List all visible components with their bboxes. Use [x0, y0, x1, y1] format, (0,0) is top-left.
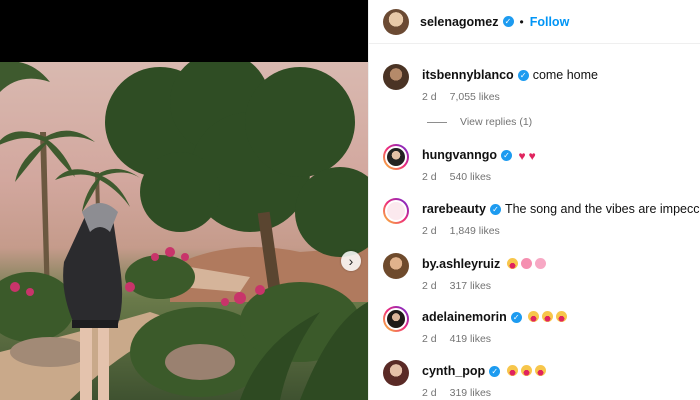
heart-eyes-emoji-icon: [506, 258, 518, 269]
commenter-username[interactable]: itsbennyblanco: [422, 68, 514, 82]
comment-item: hungvanngo ✓ ♥ ♥ 2 d 540 likes: [383, 144, 700, 194]
verified-badge-icon: ✓: [489, 204, 501, 216]
comment-age: 2 d: [422, 280, 437, 292]
verified-badge-icon: ✓: [489, 366, 501, 378]
comment-text: come home: [532, 68, 598, 82]
commenter-avatar[interactable]: [383, 360, 409, 386]
commenter-username[interactable]: hungvanngo: [422, 148, 497, 162]
comment-likes[interactable]: 317 likes: [450, 280, 491, 292]
heart-eyes-emoji-icon: [542, 311, 554, 322]
follow-button[interactable]: Follow: [530, 15, 570, 29]
author-avatar[interactable]: [383, 8, 409, 35]
verified-badge-icon: ✓: [510, 312, 522, 324]
comment-item: rarebeauty ✓ The song and the vibes are im…: [383, 198, 700, 248]
comment-item: itsbennyblanco ✓ come home 2 d 7,055 likes: [383, 64, 700, 114]
header-separator: •: [519, 14, 524, 29]
verified-badge-icon: ✓: [501, 150, 512, 162]
post-header: selenagomez ✓ • Follow: [369, 0, 700, 44]
heart-eyes-emoji-icon: [528, 311, 540, 322]
commenter-username[interactable]: adelainemorin: [422, 310, 507, 324]
commenter-avatar[interactable]: [383, 144, 409, 170]
comments-panel: selenagomez ✓ • Follow itsbennyblanco ✓ co…: [368, 0, 700, 400]
comment-likes[interactable]: 7,055 likes: [450, 91, 500, 103]
commenter-avatar[interactable]: [383, 253, 409, 279]
commenter-avatar[interactable]: [383, 306, 409, 332]
heart-eyes-emoji-icon: [506, 365, 518, 376]
view-replies-label: View replies (1): [460, 116, 533, 128]
chevron-right-icon: ›: [348, 253, 354, 269]
verified-badge-icon: ✓: [502, 16, 514, 27]
verified-badge-icon: ✓: [517, 70, 529, 82]
commenter-avatar[interactable]: [383, 198, 409, 224]
comment-likes[interactable]: 419 likes: [450, 333, 491, 345]
author-username[interactable]: selenagomez: [420, 15, 499, 29]
commenter-username[interactable]: by.ashleyruiz: [422, 257, 500, 271]
comment-item: cynth_pop ✓ 2 d 319 likes: [383, 360, 700, 400]
hearts-emoji-icon: [534, 258, 546, 269]
commenter-avatar[interactable]: [383, 64, 409, 90]
comment-age: 2 d: [422, 333, 437, 345]
comment-age: 2 d: [422, 171, 437, 183]
commenter-username[interactable]: rarebeauty: [422, 202, 486, 216]
comment-likes[interactable]: 1,849 likes: [450, 225, 500, 237]
view-replies-button[interactable]: View replies (1): [427, 116, 532, 128]
heart-eyes-emoji-icon: [556, 311, 568, 322]
comment-likes[interactable]: 319 likes: [450, 387, 491, 399]
replies-divider: [427, 121, 447, 123]
garden-scene-image: [0, 62, 368, 400]
heart-emoji-icon: ♥: [518, 149, 526, 163]
heart-eyes-emoji-icon: [534, 365, 546, 376]
commenter-username[interactable]: cynth_pop: [422, 364, 485, 378]
pink-heart-emoji-icon: [520, 258, 532, 269]
comment-item: adelainemorin ✓ 2 d 419 likes: [383, 306, 700, 356]
comment-age: 2 d: [422, 387, 437, 399]
comment-age: 2 d: [422, 225, 437, 237]
comment-text: The song and the vibes are impeccable: [504, 202, 700, 216]
heart-emoji-icon: ♥: [528, 149, 536, 163]
next-image-button[interactable]: ›: [341, 251, 361, 271]
post-photo: [0, 62, 368, 400]
comment-item: by.ashleyruiz 2 d 317 likes: [383, 253, 700, 303]
comment-age: 2 d: [422, 91, 437, 103]
comment-likes[interactable]: 540 likes: [450, 171, 491, 183]
post-media: ›: [0, 0, 368, 400]
heart-eyes-emoji-icon: [520, 365, 532, 376]
